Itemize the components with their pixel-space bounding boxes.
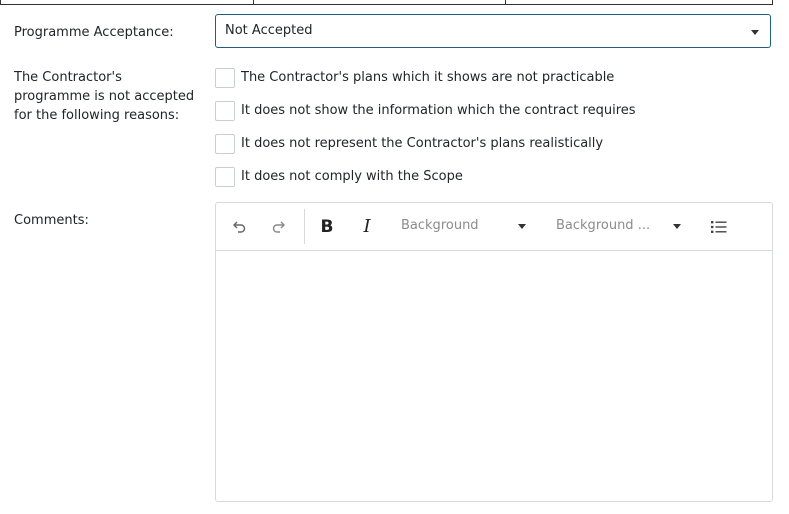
chevron-down-icon bbox=[751, 30, 759, 35]
table-column-divider bbox=[505, 0, 506, 4]
bulleted-list-icon bbox=[711, 220, 727, 233]
background-dropdown-label: Background bbox=[401, 218, 479, 233]
background-dropdown-label: Background ... bbox=[556, 218, 651, 233]
reason-checkbox[interactable] bbox=[215, 167, 235, 187]
reason-label: It does not represent the Contractor's p… bbox=[241, 136, 604, 151]
editor-toolbar: B I Background Background ... bbox=[216, 203, 772, 251]
programme-acceptance-label: Programme Acceptance: bbox=[14, 25, 174, 40]
bold-button[interactable]: B bbox=[316, 203, 338, 250]
reason-label: The Contractor's plans which it shows ar… bbox=[241, 70, 615, 85]
background-color-dropdown[interactable]: Background bbox=[401, 203, 529, 250]
italic-button[interactable]: I bbox=[356, 203, 378, 250]
reason-checkbox[interactable] bbox=[215, 101, 235, 121]
reason-label: It does not comply with the Scope bbox=[241, 169, 463, 184]
chevron-down-icon bbox=[673, 224, 681, 229]
programme-acceptance-select[interactable]: Not Accepted bbox=[215, 14, 771, 48]
previous-table-bottom bbox=[0, 0, 773, 5]
reason-checkbox[interactable] bbox=[215, 134, 235, 154]
reason-label: It does not show the information which t… bbox=[241, 103, 636, 118]
redo-icon bbox=[272, 221, 285, 233]
comments-label: Comments: bbox=[14, 213, 89, 228]
background-color-dropdown-2[interactable]: Background ... bbox=[556, 203, 684, 250]
undo-icon bbox=[233, 221, 246, 233]
editor-content-area[interactable] bbox=[216, 251, 772, 501]
chevron-down-icon bbox=[518, 224, 526, 229]
bulleted-list-button[interactable] bbox=[708, 203, 730, 250]
comments-editor[interactable]: B I Background Background ... bbox=[215, 202, 773, 502]
toolbar-separator bbox=[304, 209, 305, 244]
programme-acceptance-value: Not Accepted bbox=[225, 23, 313, 38]
reasons-label: The Contractor's programme is not accept… bbox=[14, 70, 195, 123]
redo-button[interactable] bbox=[268, 203, 290, 250]
undo-button[interactable] bbox=[228, 203, 250, 250]
table-column-divider bbox=[253, 0, 254, 4]
reason-checkbox[interactable] bbox=[215, 68, 235, 88]
